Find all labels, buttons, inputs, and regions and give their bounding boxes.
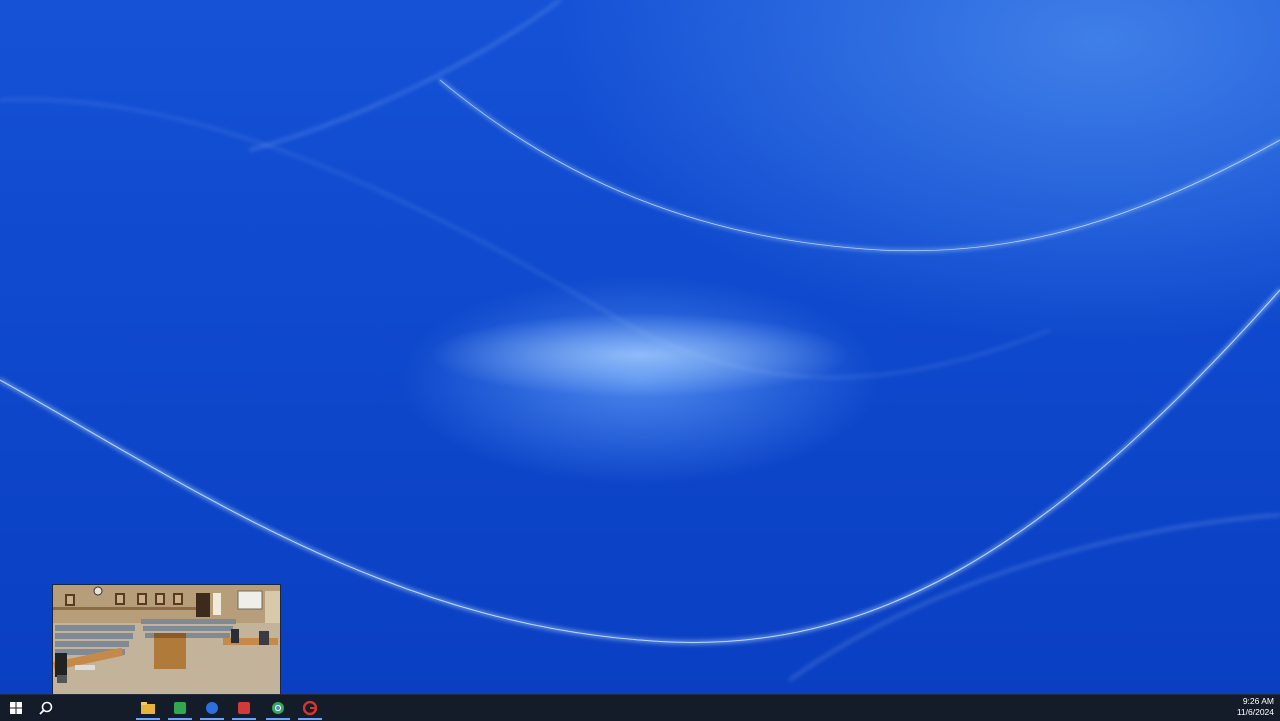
search-button[interactable] [30, 695, 62, 721]
app-green-icon [174, 702, 186, 714]
video-overlay[interactable] [52, 584, 281, 710]
taskbar-app-chrome[interactable] [262, 695, 294, 721]
app-red-icon [238, 702, 250, 714]
file-explorer-icon [141, 702, 155, 714]
app-blue-icon [206, 702, 218, 714]
app-red-g-icon [303, 701, 317, 715]
start-button[interactable] [0, 695, 32, 721]
taskbar-app-green[interactable] [164, 695, 196, 721]
taskbar-app-blue[interactable] [196, 695, 228, 721]
search-icon [39, 701, 53, 715]
taskbar-app-red-g[interactable] [294, 695, 326, 721]
windows-logo-icon [10, 702, 22, 714]
chrome-icon [272, 702, 284, 714]
taskbar: 9:26 AM 11/6/2024 [0, 694, 1280, 721]
system-clock[interactable]: 9:26 AM 11/6/2024 [1237, 696, 1274, 718]
meeting-room-image [53, 585, 280, 709]
taskbar-app-red[interactable] [228, 695, 260, 721]
taskbar-app-file-explorer[interactable] [132, 695, 164, 721]
clock-time: 9:26 AM [1242, 696, 1274, 706]
clock-date: 11/6/2024 [1236, 707, 1274, 717]
